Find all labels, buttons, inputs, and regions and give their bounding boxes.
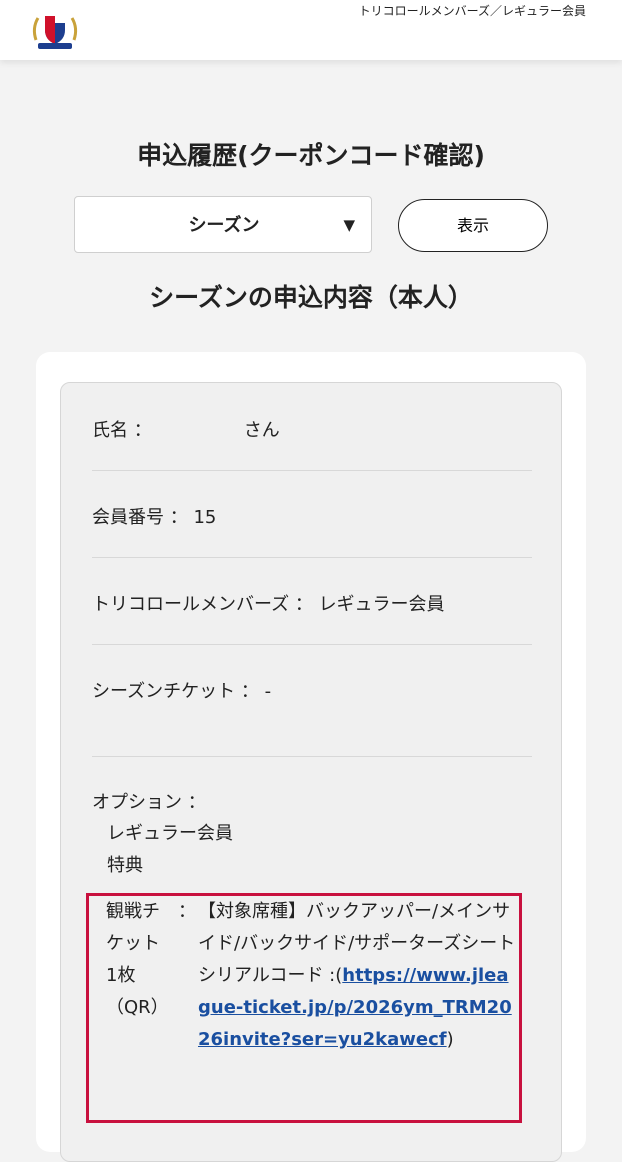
serial-code-label: シリアルコード :( — [198, 965, 343, 986]
ticket-colon: ： — [178, 901, 196, 922]
ticket-seat-text: 【対象席種】バックアッパー/メインサイド/バックサイド/サポーターズシート — [198, 901, 516, 954]
site-header: トリコロールメンバーズ／レギュラー会員 — [0, 0, 622, 60]
tricolore-label: トリコロールメンバーズ ： — [92, 594, 313, 615]
dropdown-arrow-icon: ▼ — [343, 216, 355, 234]
member-type-label: トリコロールメンバーズ／レギュラー会員 — [358, 4, 586, 18]
tricolore-value: レギュラー会員 — [318, 594, 445, 615]
season-ticket-value: - — [264, 681, 272, 702]
option-line-1: レギュラー会員 — [107, 823, 233, 844]
member-number-value: 15 — [193, 507, 217, 528]
divider — [92, 470, 532, 471]
divider — [92, 756, 532, 757]
season-ticket-label: シーズンチケット ： — [92, 681, 259, 702]
member-number-label: 会員番号 ： — [92, 507, 188, 528]
season-select-value: シーズン — [188, 215, 260, 236]
show-button[interactable]: 表示 — [398, 199, 548, 252]
tricolore-row: トリコロールメンバーズ ： レギュラー会員 — [92, 590, 532, 616]
name-row: 氏名 ： さん — [92, 416, 532, 442]
section-title: シーズンの申込内容（本人） — [149, 283, 473, 312]
serial-code-close: ) — [446, 1029, 454, 1050]
page-title: 申込履歴(クーポンコード確認) — [137, 141, 485, 170]
member-number-row: 会員番号 ： 15 — [92, 503, 532, 529]
ticket-detail: 【対象席種】バックアッパー/メインサイド/バックサイド/サポーターズシート シリ… — [198, 896, 516, 1056]
option-line-2: 特典 — [107, 855, 143, 876]
name-label: 氏名 ： — [92, 420, 152, 441]
divider — [92, 557, 532, 558]
divider — [92, 644, 532, 645]
club-crest-logo-icon[interactable] — [30, 10, 80, 52]
name-suffix: さん — [243, 420, 280, 441]
ticket-label: 観戦チケット1枚（QR） — [106, 901, 169, 1018]
season-select[interactable]: シーズン ▼ — [74, 196, 372, 253]
season-ticket-row: シーズンチケット ： - — [92, 677, 532, 703]
option-label: オプション ： — [92, 792, 206, 813]
